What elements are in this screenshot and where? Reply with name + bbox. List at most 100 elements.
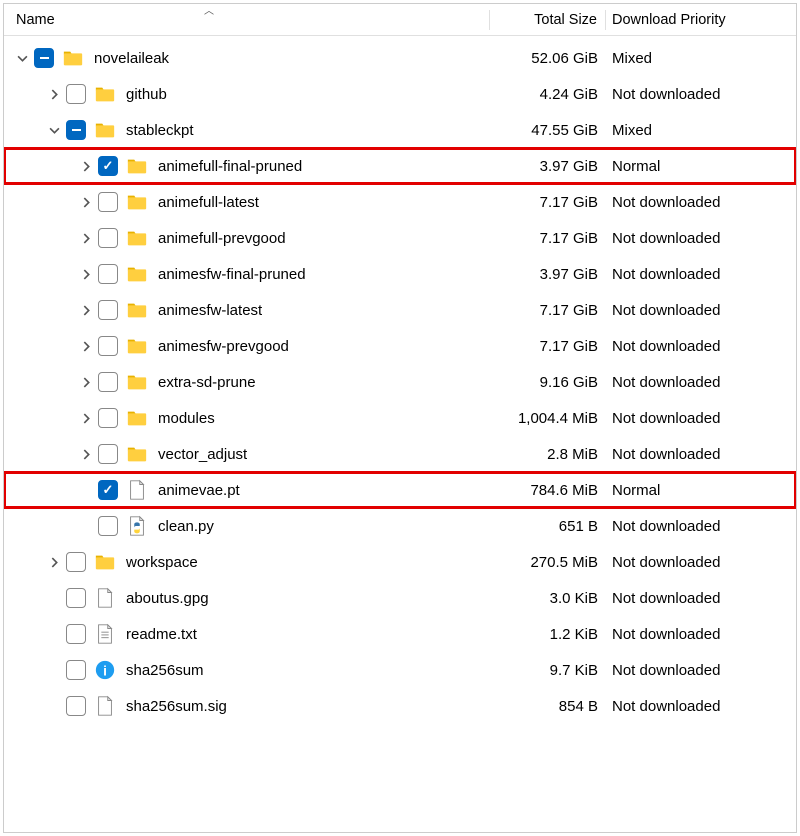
tree-row[interactable]: aboutus.gpg3.0 KiBNot downloaded — [4, 580, 796, 616]
checkbox[interactable] — [98, 300, 118, 320]
checkbox[interactable] — [98, 408, 118, 428]
cell-name: aboutus.gpg — [4, 587, 491, 609]
text-file-icon — [94, 623, 116, 645]
checkbox[interactable] — [66, 660, 86, 680]
tree-row[interactable]: novelaileak52.06 GiBMixed — [4, 40, 796, 76]
item-name: modules — [158, 410, 215, 427]
cell-name: extra-sd-prune — [4, 371, 491, 393]
tree-row[interactable]: animesfw-prevgood7.17 GiBNot downloaded — [4, 328, 796, 364]
tree-row[interactable]: stableckpt47.55 GiBMixed — [4, 112, 796, 148]
cell-name: animefull-prevgood — [4, 227, 491, 249]
tree-row[interactable]: animefull-latest7.17 GiBNot downloaded — [4, 184, 796, 220]
cell-name: animesfw-prevgood — [4, 335, 491, 357]
item-name: animefull-prevgood — [158, 230, 286, 247]
checkbox[interactable] — [98, 228, 118, 248]
item-size: 47.55 GiB — [491, 122, 606, 139]
checkbox[interactable] — [98, 156, 118, 176]
folder-icon — [94, 119, 116, 141]
item-size: 3.97 GiB — [491, 158, 606, 175]
chevron-down-icon[interactable] — [42, 125, 66, 136]
item-size: 3.97 GiB — [491, 266, 606, 283]
chevron-down-icon[interactable] — [10, 53, 34, 64]
item-size: 784.6 MiB — [491, 482, 606, 499]
column-name[interactable]: Name ︿ — [4, 12, 489, 28]
checkbox[interactable] — [66, 552, 86, 572]
item-name: animesfw-latest — [158, 302, 262, 319]
chevron-right-icon[interactable] — [42, 557, 66, 568]
tree-row[interactable]: clean.py651 BNot downloaded — [4, 508, 796, 544]
column-priority-label: Download Priority — [612, 12, 726, 28]
cell-name: sha256sum — [4, 659, 491, 681]
item-priority: Not downloaded — [606, 698, 796, 715]
checkbox[interactable] — [98, 264, 118, 284]
chevron-right-icon[interactable] — [42, 89, 66, 100]
chevron-right-icon[interactable] — [74, 161, 98, 172]
tree-row[interactable]: vector_adjust2.8 MiBNot downloaded — [4, 436, 796, 472]
chevron-right-icon[interactable] — [74, 305, 98, 316]
tree-row[interactable]: sha256sum9.7 KiBNot downloaded — [4, 652, 796, 688]
column-header: Name ︿ Total Size Download Priority — [4, 4, 796, 36]
cell-name: stableckpt — [4, 119, 491, 141]
item-size: 270.5 MiB — [491, 554, 606, 571]
item-size: 7.17 GiB — [491, 338, 606, 355]
checkbox[interactable] — [66, 120, 86, 140]
item-name: github — [126, 86, 167, 103]
item-priority: Not downloaded — [606, 626, 796, 643]
checkbox[interactable] — [98, 480, 118, 500]
cell-name: vector_adjust — [4, 443, 491, 465]
checkbox[interactable] — [98, 516, 118, 536]
tree-row[interactable]: github4.24 GiBNot downloaded — [4, 76, 796, 112]
tree-row[interactable]: animefull-prevgood7.17 GiBNot downloaded — [4, 220, 796, 256]
tree-row[interactable]: animevae.pt784.6 MiBNormal — [4, 472, 796, 508]
cell-name: workspace — [4, 551, 491, 573]
chevron-right-icon[interactable] — [74, 197, 98, 208]
chevron-right-icon[interactable] — [74, 413, 98, 424]
checkbox[interactable] — [98, 192, 118, 212]
chevron-right-icon[interactable] — [74, 269, 98, 280]
column-size[interactable]: Total Size — [490, 12, 605, 28]
tree-row[interactable]: sha256sum.sig 854 BNot downloaded — [4, 688, 796, 724]
item-name: readme.txt — [126, 626, 197, 643]
item-priority: Not downloaded — [606, 554, 796, 571]
tree-row[interactable]: extra-sd-prune9.16 GiBNot downloaded — [4, 364, 796, 400]
item-name: animevae.pt — [158, 482, 240, 499]
chevron-right-icon[interactable] — [74, 377, 98, 388]
chevron-right-icon[interactable] — [74, 233, 98, 244]
tree-row[interactable]: workspace270.5 MiBNot downloaded — [4, 544, 796, 580]
tree-row[interactable]: animesfw-final-pruned3.97 GiBNot downloa… — [4, 256, 796, 292]
chevron-right-icon[interactable] — [74, 341, 98, 352]
checkbox[interactable] — [98, 372, 118, 392]
item-size: 651 B — [491, 518, 606, 535]
checkbox[interactable] — [66, 84, 86, 104]
python-file-icon — [126, 515, 148, 537]
checkbox[interactable] — [34, 48, 54, 68]
item-size: 3.0 KiB — [491, 590, 606, 607]
folder-icon — [126, 263, 148, 285]
item-name: aboutus.gpg — [126, 590, 209, 607]
tree-row[interactable]: animefull-final-pruned3.97 GiBNormal — [4, 148, 796, 184]
cell-name: clean.py — [4, 515, 491, 537]
chevron-right-icon[interactable] — [74, 449, 98, 460]
tree-row[interactable]: readme.txt 1.2 KiBNot downloaded — [4, 616, 796, 652]
file-tree-panel: Name ︿ Total Size Download Priority nove… — [3, 3, 797, 833]
item-priority: Normal — [606, 158, 796, 175]
sort-indicator-icon: ︿ — [204, 3, 214, 17]
item-name: vector_adjust — [158, 446, 247, 463]
checkbox[interactable] — [98, 444, 118, 464]
item-size: 854 B — [491, 698, 606, 715]
tree-row[interactable]: animesfw-latest7.17 GiBNot downloaded — [4, 292, 796, 328]
item-size: 1.2 KiB — [491, 626, 606, 643]
item-size: 9.7 KiB — [491, 662, 606, 679]
column-priority[interactable]: Download Priority — [606, 12, 796, 28]
item-name: sha256sum.sig — [126, 698, 227, 715]
column-size-label: Total Size — [534, 12, 597, 28]
checkbox[interactable] — [98, 336, 118, 356]
checkbox[interactable] — [66, 696, 86, 716]
item-name: animesfw-prevgood — [158, 338, 289, 355]
checkbox[interactable] — [66, 624, 86, 644]
cell-name: animefull-final-pruned — [4, 155, 491, 177]
item-priority: Not downloaded — [606, 302, 796, 319]
tree-row[interactable]: modules1,004.4 MiBNot downloaded — [4, 400, 796, 436]
checkbox[interactable] — [66, 588, 86, 608]
cell-name: animefull-latest — [4, 191, 491, 213]
